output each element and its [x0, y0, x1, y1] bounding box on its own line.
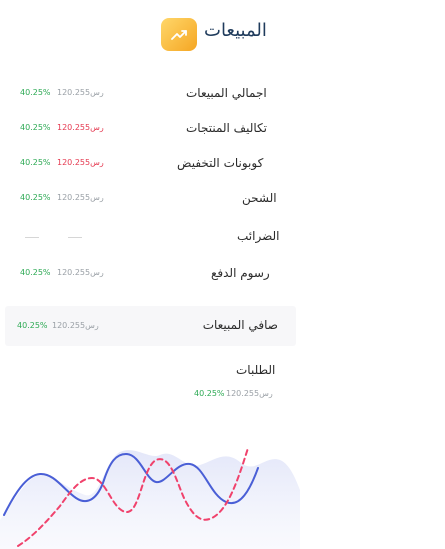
net-sales-label: صافي المبيعات [202, 318, 278, 332]
sales-header-icon-box [161, 18, 197, 51]
summary-row-payment-fees: رسوم الدفع 120.255رس 40.25% [0, 266, 300, 288]
orders-label: الطلبات [236, 363, 276, 377]
row-percentage: 40.25% [20, 123, 51, 132]
row-label: اجمالي المبيعات [186, 86, 267, 100]
row-label: الضرائب [237, 229, 280, 243]
summary-row-product-costs: تكاليف المنتجات 120.255رس 40.25% [0, 121, 300, 143]
net-sales-percentage: 40.25% [17, 321, 48, 330]
row-percentage: 40.25% [20, 158, 51, 167]
empty-amount-dash [68, 237, 82, 238]
row-percentage: 40.25% [20, 268, 51, 277]
row-amount: 120.255رس [57, 123, 104, 132]
net-sales-summary: صافي المبيعات 120.255رس 40.25% [5, 306, 296, 346]
summary-row-total-sales: اجمالي المبيعات 120.255رس 40.25% [0, 86, 300, 108]
row-percentage: 40.25% [20, 193, 51, 202]
row-label: كوبونات التخفيض [177, 156, 264, 170]
orders-amount: 120.255رس [226, 389, 273, 398]
trending-up-icon [171, 29, 187, 40]
net-sales-amount: 120.255رس [52, 321, 99, 330]
row-amount: 120.255رس [57, 158, 104, 167]
orders-trend-chart [0, 447, 300, 549]
summary-row-taxes: الضرائب [0, 229, 300, 251]
summary-row-shipping: الشحن 120.255رس 40.25% [0, 191, 300, 213]
orders-percentage: 40.25% [194, 389, 225, 398]
row-label: الشحن [242, 191, 277, 205]
row-percentage: 40.25% [20, 88, 51, 97]
summary-row-discount-coupons: كوبونات التخفيض 120.255رس 40.25% [0, 156, 300, 178]
row-label: رسوم الدفع [211, 266, 270, 280]
empty-percentage-dash [25, 237, 39, 238]
row-label: تكاليف المنتجات [186, 121, 268, 135]
row-amount: 120.255رس [57, 193, 104, 202]
row-amount: 120.255رس [57, 268, 104, 277]
sales-header-title: المبيعات [204, 20, 267, 41]
row-amount: 120.255رس [57, 88, 104, 97]
